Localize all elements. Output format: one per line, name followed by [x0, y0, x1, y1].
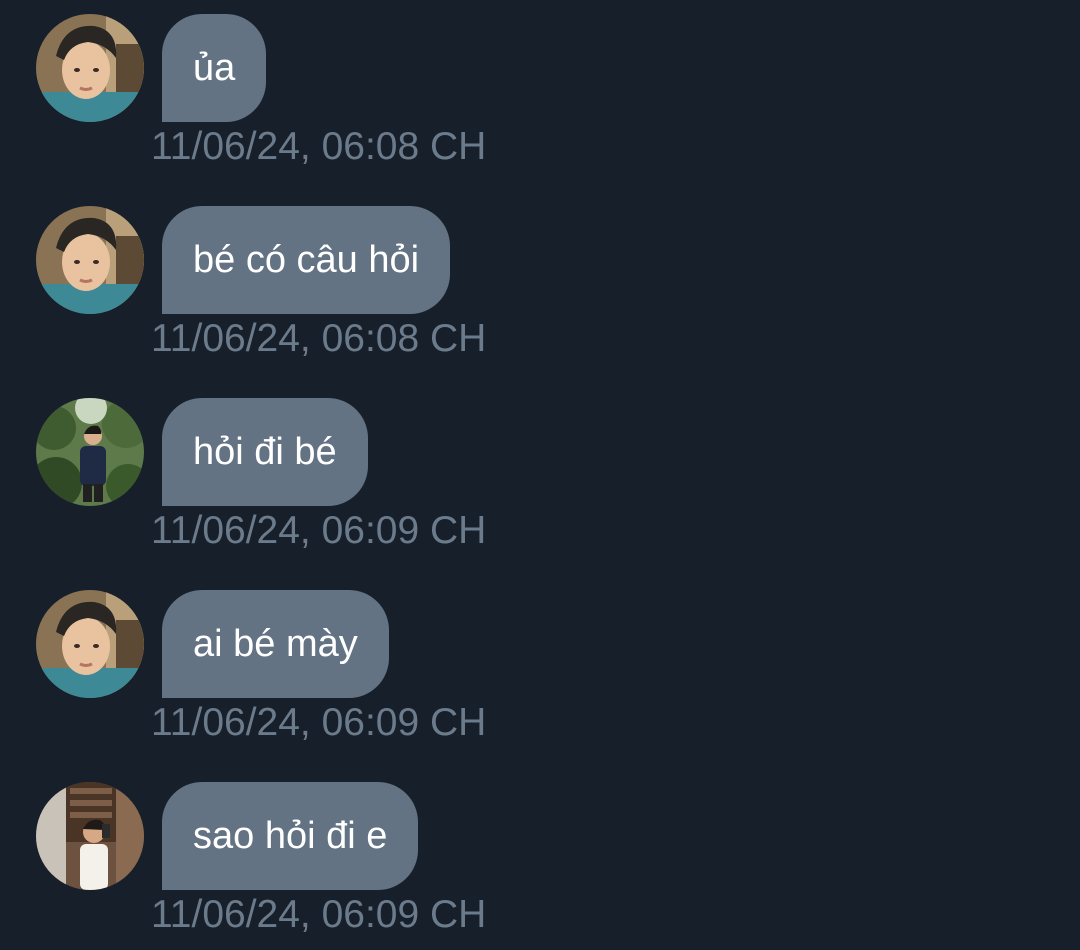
- avatar[interactable]: [36, 590, 144, 698]
- message-row: bé có câu hỏi 11/06/24, 06:08 CH: [0, 192, 1080, 384]
- chat-message-list[interactable]: ủa 11/06/24, 06:08 CH bé có câu hỏi 11/0…: [0, 0, 1080, 950]
- message-timestamp: 11/06/24, 06:09 CH: [151, 701, 487, 744]
- avatar[interactable]: [36, 782, 144, 890]
- message-row: sao hỏi đi e 11/06/24, 06:09 CH: [0, 768, 1080, 950]
- avatar[interactable]: [36, 398, 144, 506]
- message-row: ai bé mày 11/06/24, 06:09 CH: [0, 576, 1080, 768]
- avatar[interactable]: [36, 206, 144, 314]
- message-bubble[interactable]: hỏi đi bé: [162, 398, 368, 506]
- message-bubble[interactable]: ủa: [162, 14, 267, 122]
- message-timestamp: 11/06/24, 06:09 CH: [151, 509, 487, 552]
- message-timestamp: 11/06/24, 06:08 CH: [151, 317, 487, 360]
- avatar-photo-icon: [36, 206, 144, 314]
- message-bubble[interactable]: ai bé mày: [162, 590, 389, 698]
- message-bubble[interactable]: bé có câu hỏi: [162, 206, 451, 314]
- avatar-photo-icon: [36, 590, 144, 698]
- avatar-photo-icon: [36, 14, 144, 122]
- avatar-photo-icon: [36, 398, 144, 506]
- message-row: ủa 11/06/24, 06:08 CH: [0, 0, 1080, 192]
- avatar[interactable]: [36, 14, 144, 122]
- message-timestamp: 11/06/24, 06:09 CH: [151, 893, 487, 936]
- message-bubble[interactable]: sao hỏi đi e: [162, 782, 419, 890]
- message-timestamp: 11/06/24, 06:08 CH: [151, 125, 487, 168]
- avatar-photo-icon: [36, 782, 144, 890]
- message-row: hỏi đi bé 11/06/24, 06:09 CH: [0, 384, 1080, 576]
